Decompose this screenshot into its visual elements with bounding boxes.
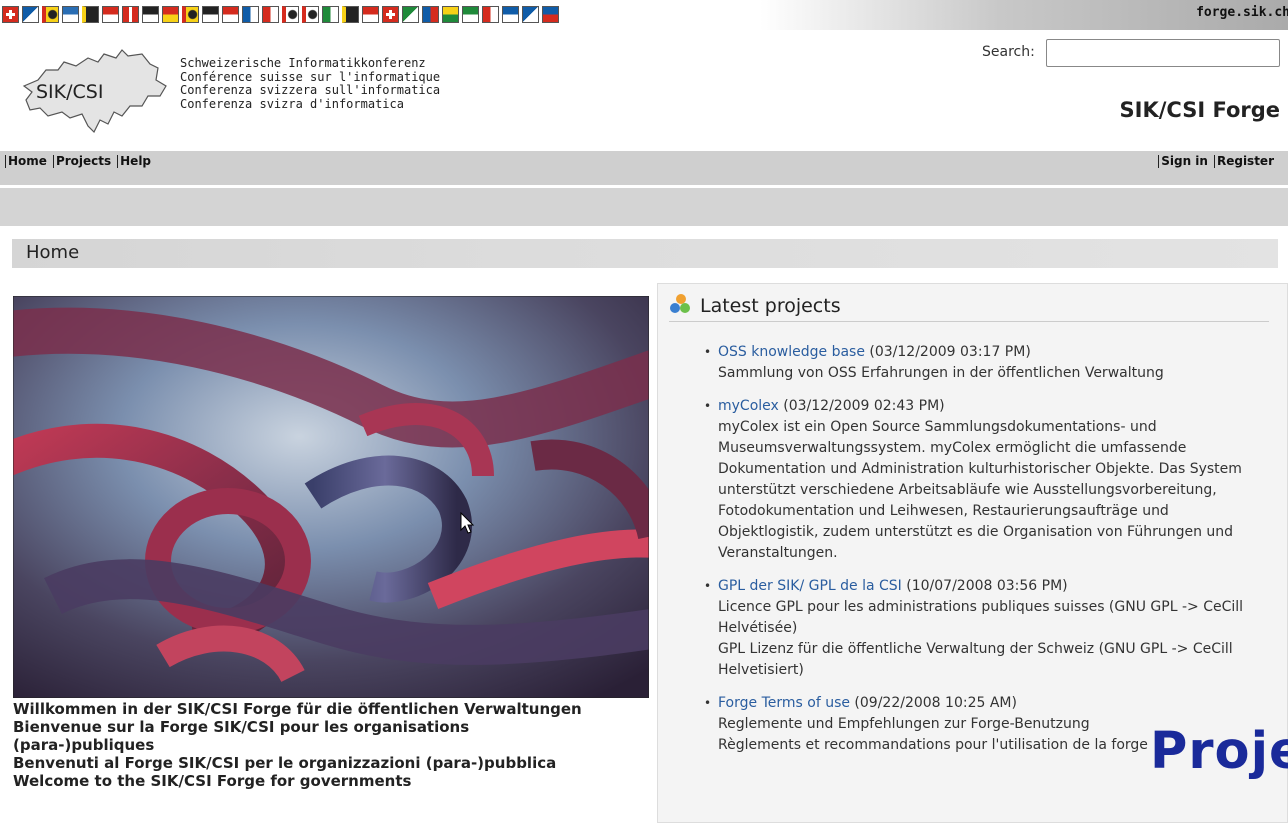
flag-geneva-icon[interactable] bbox=[502, 6, 519, 23]
project-date: (03/12/2009 03:17 PM) bbox=[864, 344, 1031, 360]
flag-solothurn-icon[interactable] bbox=[222, 6, 239, 23]
project-description: Licence GPL pour les administrations pub… bbox=[718, 599, 1244, 678]
flag-appenzell-ar-icon[interactable] bbox=[302, 6, 319, 23]
latest-projects-title: Latest projects bbox=[700, 295, 841, 317]
project-date: (09/22/2008 10:25 AM) bbox=[849, 695, 1017, 711]
sik-csi-logo[interactable]: SIK/CSI bbox=[18, 40, 174, 136]
projects-icon bbox=[670, 294, 690, 313]
flag-bern-icon[interactable] bbox=[42, 6, 59, 23]
welcome-it: Benvenuti al Forge SIK/CSI per le organi… bbox=[13, 754, 557, 772]
welcome-fr-cont: (para-)publiques bbox=[13, 736, 155, 754]
tagline-it: Conferenza svizzera sull'informatica bbox=[180, 83, 441, 97]
project-date: (10/07/2008 03:56 PM) bbox=[901, 578, 1068, 594]
flag-obwalden-icon[interactable] bbox=[122, 6, 139, 23]
site-title: SIK/CSI Forge bbox=[1119, 98, 1280, 122]
welcome-de: Willkommen in der SIK/CSI Forge für die … bbox=[13, 700, 582, 718]
project-link-gpl[interactable]: GPL der SIK/ GPL de la CSI bbox=[718, 578, 902, 594]
nav-home[interactable]: Home bbox=[5, 155, 53, 168]
flag-graubuenden-icon[interactable] bbox=[362, 6, 379, 23]
flag-zug-icon[interactable] bbox=[182, 6, 199, 23]
site-domain: forge.sik.ch bbox=[1196, 5, 1288, 20]
project-link-forge-terms[interactable]: Forge Terms of use bbox=[718, 695, 850, 711]
list-item: myColex (03/12/2009 02:43 PM) myColex is… bbox=[702, 396, 1272, 564]
project-link-mycolex[interactable]: myColex bbox=[718, 398, 779, 414]
main-nav: Home Projects Help Sign in Register bbox=[0, 151, 1288, 185]
logo-text: SIK/CSI bbox=[36, 81, 103, 103]
flag-lucerne-icon[interactable] bbox=[62, 6, 79, 23]
list-item: OSS knowledge base (03/12/2009 03:17 PM)… bbox=[702, 342, 1272, 384]
flag-basel-land-icon[interactable] bbox=[262, 6, 279, 23]
tagline-de: Schweizerische Informatikkonferenz bbox=[180, 56, 426, 70]
search-input[interactable] bbox=[1046, 39, 1280, 67]
tagline-rm: Conferenza svizra d'informatica bbox=[180, 96, 404, 111]
flag-schwyz-icon[interactable] bbox=[102, 6, 119, 23]
flag-vaud-icon[interactable] bbox=[442, 6, 459, 23]
flag-switzerland-icon[interactable] bbox=[2, 6, 19, 23]
flag-thurgau-icon[interactable] bbox=[402, 6, 419, 23]
welcome-fr: Bienvenue sur la Forge SIK/CSI pour les … bbox=[13, 718, 470, 736]
flag-strip: forge.sik.ch bbox=[0, 0, 1288, 30]
flag-appenzell-ir-icon[interactable] bbox=[322, 6, 339, 23]
list-item: GPL der SIK/ GPL de la CSI (10/07/2008 0… bbox=[702, 576, 1272, 681]
flag-fribourg-icon[interactable] bbox=[202, 6, 219, 23]
org-taglines: Schweizerische Informatikkonferenz Confé… bbox=[180, 56, 441, 111]
flag-uri-icon[interactable] bbox=[82, 6, 99, 23]
flag-glarus-icon[interactable] bbox=[162, 6, 179, 23]
flag-neuchatel-icon[interactable] bbox=[482, 6, 499, 23]
project-description: Sammlung von OSS Erfahrungen in der öffe… bbox=[718, 365, 1164, 381]
page-title: Home bbox=[26, 242, 80, 263]
welcome-text: Willkommen in der SIK/CSI Forge für die … bbox=[13, 700, 653, 790]
project-date: (03/12/2009 02:43 PM) bbox=[778, 398, 945, 414]
project-description: myColex ist ein Open Source Sammlungsdok… bbox=[718, 419, 1242, 561]
nav-register[interactable]: Register bbox=[1213, 155, 1280, 168]
flag-liechtenstein-icon[interactable] bbox=[542, 6, 559, 23]
project-link-oss-knowledge-base[interactable]: OSS knowledge base bbox=[718, 344, 865, 360]
flag-st-gallen-icon[interactable] bbox=[342, 6, 359, 23]
projects-list: OSS knowledge base (03/12/2009 03:17 PM)… bbox=[702, 342, 1272, 768]
tagline-fr: Conférence suisse sur l'informatique bbox=[180, 69, 441, 84]
sub-nav-bar bbox=[0, 188, 1288, 226]
mouse-cursor-icon bbox=[460, 512, 475, 534]
canton-flags bbox=[2, 6, 559, 23]
welcome-en: Welcome to the SIK/CSI Forge for governm… bbox=[13, 772, 412, 790]
hero-image bbox=[13, 296, 649, 698]
nav-projects[interactable]: Projects bbox=[52, 155, 117, 168]
flag-ticino-icon[interactable] bbox=[422, 6, 439, 23]
page-title-bar: Home bbox=[12, 239, 1278, 268]
nav-sign-in[interactable]: Sign in bbox=[1158, 155, 1214, 168]
panel-divider bbox=[669, 321, 1269, 322]
flag-aargau-icon[interactable] bbox=[382, 6, 399, 23]
flag-schaffhausen-icon[interactable] bbox=[282, 6, 299, 23]
nav-help[interactable]: Help bbox=[117, 155, 157, 168]
flag-valais-icon[interactable] bbox=[462, 6, 479, 23]
flag-jura-icon[interactable] bbox=[522, 6, 539, 23]
flag-nidwalden-icon[interactable] bbox=[142, 6, 159, 23]
projects-heading-overflow: Proje bbox=[1150, 722, 1288, 781]
search-label: Search: bbox=[982, 44, 1035, 60]
flag-zurich-icon[interactable] bbox=[22, 6, 39, 23]
flag-basel-stadt-icon[interactable] bbox=[242, 6, 259, 23]
